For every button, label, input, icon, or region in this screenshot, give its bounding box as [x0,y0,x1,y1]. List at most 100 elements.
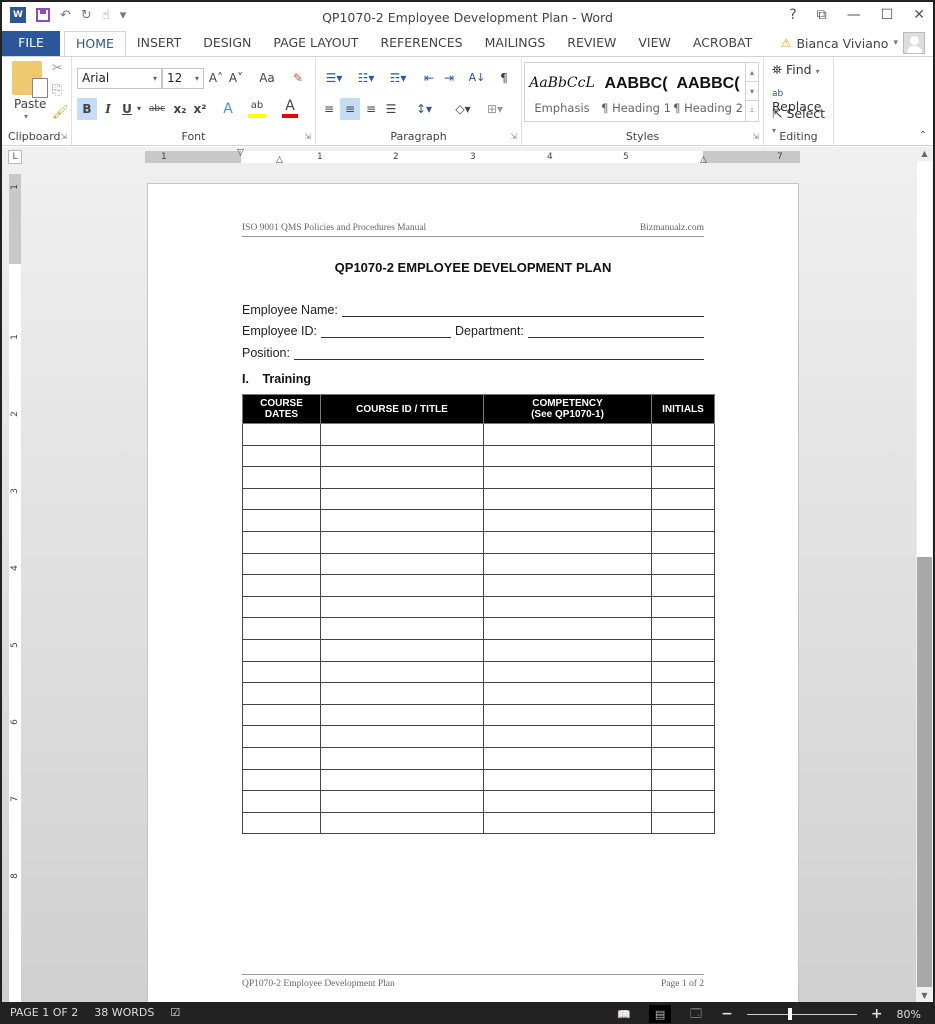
clipboard-launcher-icon[interactable]: ⇲ [60,132,67,141]
close-button[interactable]: ✕ [913,7,925,23]
initials-cell[interactable] [651,574,715,597]
course-dates-cell[interactable] [242,487,321,511]
course-id-title-cell[interactable] [320,746,484,770]
initials-cell[interactable] [651,466,715,489]
zoom-slider-knob[interactable] [788,1008,793,1020]
initials-cell[interactable] [651,682,715,705]
initials-cell[interactable] [651,725,715,748]
scrollbar-thumb[interactable] [917,161,932,557]
zoom-level[interactable]: 80% [897,1008,921,1021]
borders-button[interactable]: ⊞▾ [480,98,510,120]
course-id-title-cell[interactable] [320,595,484,619]
course-id-title-cell[interactable] [320,574,484,597]
competency-cell[interactable] [483,530,652,554]
proofing-icon[interactable]: ☑ [170,1006,180,1019]
copy-icon[interactable]: ⎘ [52,83,62,98]
tab-design[interactable]: DESIGN [192,31,262,56]
course-dates-cell[interactable] [242,725,321,748]
style-emphasis[interactable]: AaBbCcL Emphasis [527,63,597,121]
employee-id-line[interactable] [321,324,452,338]
course-dates-cell[interactable] [242,509,321,532]
competency-cell[interactable] [483,466,652,489]
tab-file[interactable]: FILE [2,31,60,56]
zoom-out-button[interactable]: − [721,1006,733,1022]
course-dates-cell[interactable] [242,746,321,770]
document-page[interactable]: ISO 9001 QMS Policies and Procedures Man… [147,183,799,1013]
competency-cell[interactable] [483,746,652,770]
bullets-button[interactable]: ☰▾ [320,67,348,89]
align-left-button[interactable]: ≡ [320,98,338,120]
course-id-title-cell[interactable] [320,617,484,640]
find-button[interactable]: ⛯ Find ▾ [772,62,820,78]
initials-cell[interactable] [651,703,715,727]
clear-formatting-icon[interactable]: ✎ [290,67,306,89]
initials-cell[interactable] [651,552,715,576]
paste-dropdown-icon[interactable]: ▾ [24,112,28,121]
initials-cell[interactable] [651,487,715,511]
initials-cell[interactable] [651,617,715,640]
styles-more-icon[interactable]: ⩡ [746,101,758,120]
initials-cell[interactable] [651,423,715,446]
underline-dropdown-icon[interactable]: ▾ [135,98,143,120]
course-id-title-cell[interactable] [320,660,484,684]
competency-cell[interactable] [483,487,652,511]
course-dates-cell[interactable] [242,423,321,446]
text-effects-button[interactable]: A [220,98,236,120]
tab-acrobat[interactable]: ACROBAT [682,31,763,56]
course-dates-cell[interactable] [242,552,321,576]
font-size-input[interactable]: 12 ▾ [162,68,204,89]
position-line[interactable] [293,346,704,360]
course-dates-cell[interactable] [242,574,321,597]
multilevel-list-button[interactable]: ☶▾ [384,67,412,89]
competency-cell[interactable] [483,811,652,835]
course-id-title-cell[interactable] [320,466,484,489]
competency-cell[interactable] [483,725,652,748]
course-id-title-cell[interactable] [320,725,484,748]
tab-selector[interactable]: L [8,150,22,164]
underline-button[interactable]: U [120,98,134,120]
font-name-input[interactable]: Arial ▾ [77,68,162,89]
tab-review[interactable]: REVIEW [556,31,627,56]
bold-button[interactable]: B [77,98,97,120]
show-formatting-button[interactable]: ¶ [496,67,512,89]
font-launcher-icon[interactable]: ⇲ [304,132,311,141]
decrease-indent-button[interactable]: ⇤ [420,67,438,89]
competency-cell[interactable] [483,768,652,792]
italic-button[interactable]: I [100,98,116,120]
grow-font-button[interactable]: A˄ [208,67,224,89]
vertical-scrollbar[interactable]: ▲ ▼ [916,147,933,1002]
horizontal-ruler[interactable]: 1 1 2 3 4 5 7 ▽ △ △ [145,148,800,165]
course-id-title-cell[interactable] [320,790,484,813]
tab-mailings[interactable]: MAILINGS [474,31,557,56]
competency-cell[interactable] [483,444,652,468]
format-painter-icon[interactable]: 🖌 [52,105,69,120]
competency-cell[interactable] [483,638,652,662]
course-id-title-cell[interactable] [320,768,484,792]
course-dates-cell[interactable] [242,811,321,835]
competency-cell[interactable] [483,617,652,640]
competency-cell[interactable] [483,574,652,597]
right-indent-marker[interactable]: △ [700,155,707,165]
print-layout-icon[interactable]: ▤ [649,1005,672,1023]
initials-cell[interactable] [651,790,715,813]
word-count[interactable]: 38 WORDS [94,1006,154,1019]
strikethrough-button[interactable]: abc [146,98,168,120]
font-color-button[interactable]: A [282,98,298,118]
styles-down-icon[interactable]: ▾ [746,82,758,101]
competency-cell[interactable] [483,595,652,619]
hanging-indent-marker[interactable]: △ [276,155,283,165]
numbering-button[interactable]: ☷▾ [352,67,380,89]
tab-home[interactable]: HOME [64,31,126,56]
department-line[interactable] [527,324,704,338]
course-id-title-cell[interactable] [320,423,484,446]
styles-up-icon[interactable]: ▴ [746,63,758,82]
competency-cell[interactable] [483,423,652,446]
course-id-title-cell[interactable] [320,509,484,532]
shrink-font-button[interactable]: A˅ [228,67,244,89]
initials-cell[interactable] [651,811,715,835]
align-right-button[interactable]: ≡ [362,98,380,120]
course-dates-cell[interactable] [242,530,321,554]
sort-button[interactable]: A↓ [468,67,486,89]
course-dates-cell[interactable] [242,595,321,619]
course-dates-cell[interactable] [242,790,321,813]
